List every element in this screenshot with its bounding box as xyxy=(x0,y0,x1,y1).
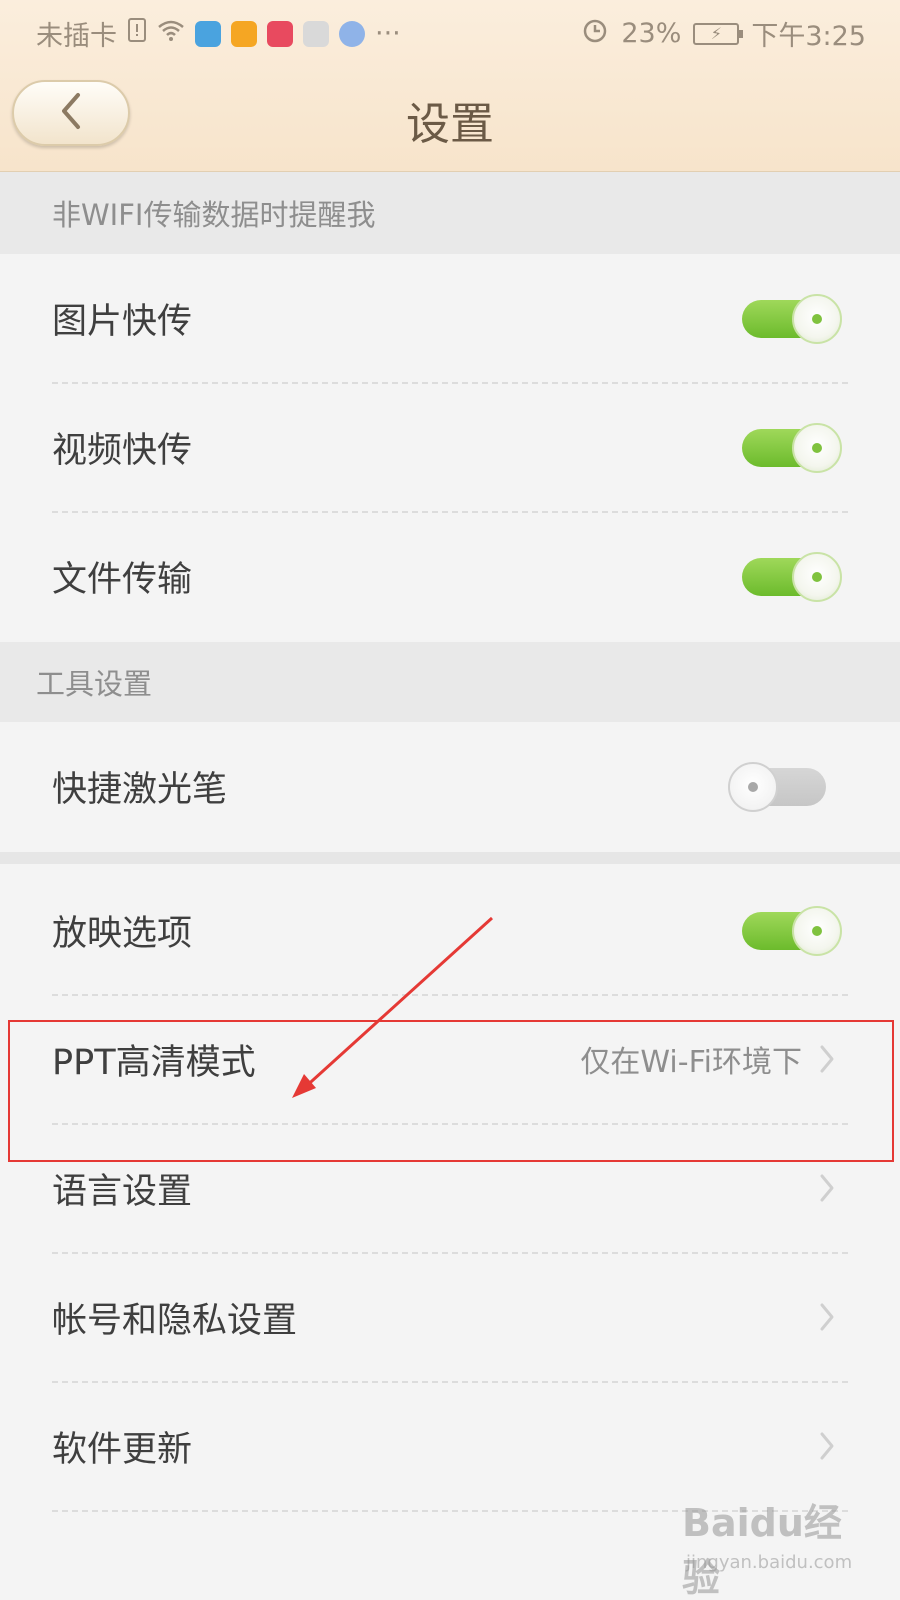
watermark-url: jingyan.baidu.com xyxy=(686,1552,853,1573)
watermark-brand: Baidu经验 xyxy=(682,1501,842,1600)
baidu-watermark: Baidu经验 jingyan.baidu.com xyxy=(682,1492,872,1600)
annotation-arrow-icon xyxy=(292,916,494,1098)
